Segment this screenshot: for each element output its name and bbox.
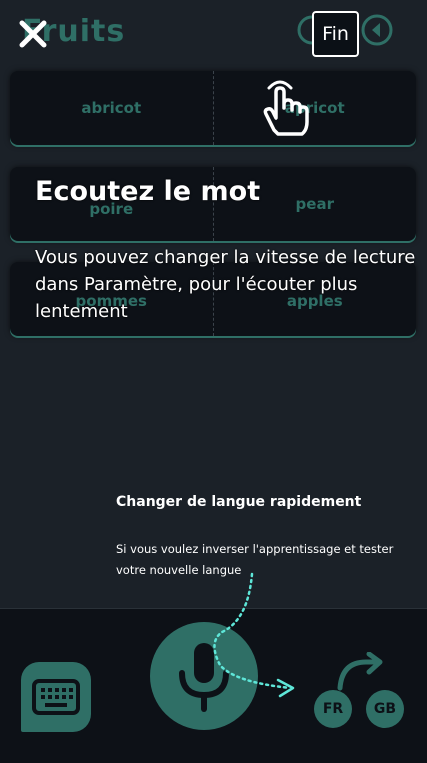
source-language-badge[interactable]: FR — [314, 690, 352, 728]
previous-arrow-icon[interactable] — [361, 14, 393, 46]
dotted-arrow-icon — [213, 572, 295, 698]
keyboard-button[interactable] — [21, 662, 91, 732]
fin-button[interactable]: Fin — [312, 11, 359, 57]
swap-language-icon[interactable] — [336, 652, 386, 692]
tutorial-title: Ecoutez le mot — [35, 176, 261, 207]
word-translation: apricot — [212, 71, 417, 145]
close-icon[interactable] — [17, 18, 49, 50]
target-language-badge[interactable]: GB — [366, 690, 404, 728]
word-card-1[interactable]: abricot apricot — [10, 71, 416, 145]
tap-hand-icon — [263, 80, 309, 136]
app-screen: Fruits Fin abricot apricot poire pear po… — [0, 0, 427, 763]
language-hint-title: Changer de langue rapidement — [116, 494, 362, 510]
tutorial-description: Vous pouvez changer la vitesse de lectur… — [35, 247, 416, 322]
word-source: abricot — [81, 99, 142, 117]
keyboard-icon — [32, 679, 80, 715]
